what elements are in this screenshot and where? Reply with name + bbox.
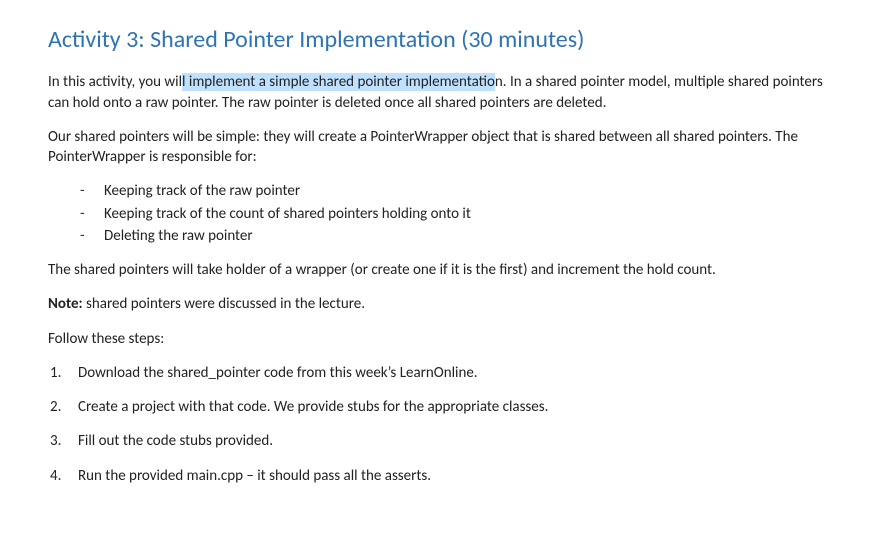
note-paragraph: Note: shared pointers were discussed in … [48,294,824,314]
intro-pre-text: In this activity, you wil [48,73,182,91]
wrapper-paragraph: The shared pointers will take holder of … [48,260,824,280]
list-item: Keeping track of the count of shared poi… [48,204,824,224]
note-label: Note: [48,295,83,313]
list-item: Keeping track of the raw pointer [48,181,824,201]
intro-paragraph: In this activity, you will implement a s… [48,72,824,113]
list-item: Deleting the raw pointer [48,226,824,246]
steps-list: Download the shared_pointer code from th… [48,363,824,486]
responsibilities-list: Keeping track of the raw pointer Keeping… [48,181,824,246]
highlighted-text: l implement a simple shared pointer impl… [182,73,495,91]
step-item: Create a project with that code. We prov… [48,397,824,417]
document-page: Activity 3: Shared Pointer Implementatio… [0,0,872,520]
step-item: Fill out the code stubs provided. [48,431,824,451]
overview-paragraph: Our shared pointers will be simple: they… [48,127,824,168]
step-item: Download the shared_pointer code from th… [48,363,824,383]
activity-heading: Activity 3: Shared Pointer Implementatio… [48,24,824,56]
step-item: Run the provided main.cpp – it should pa… [48,466,824,486]
follow-steps-label: Follow these steps: [48,329,824,349]
note-text: shared pointers were discussed in the le… [83,295,365,313]
